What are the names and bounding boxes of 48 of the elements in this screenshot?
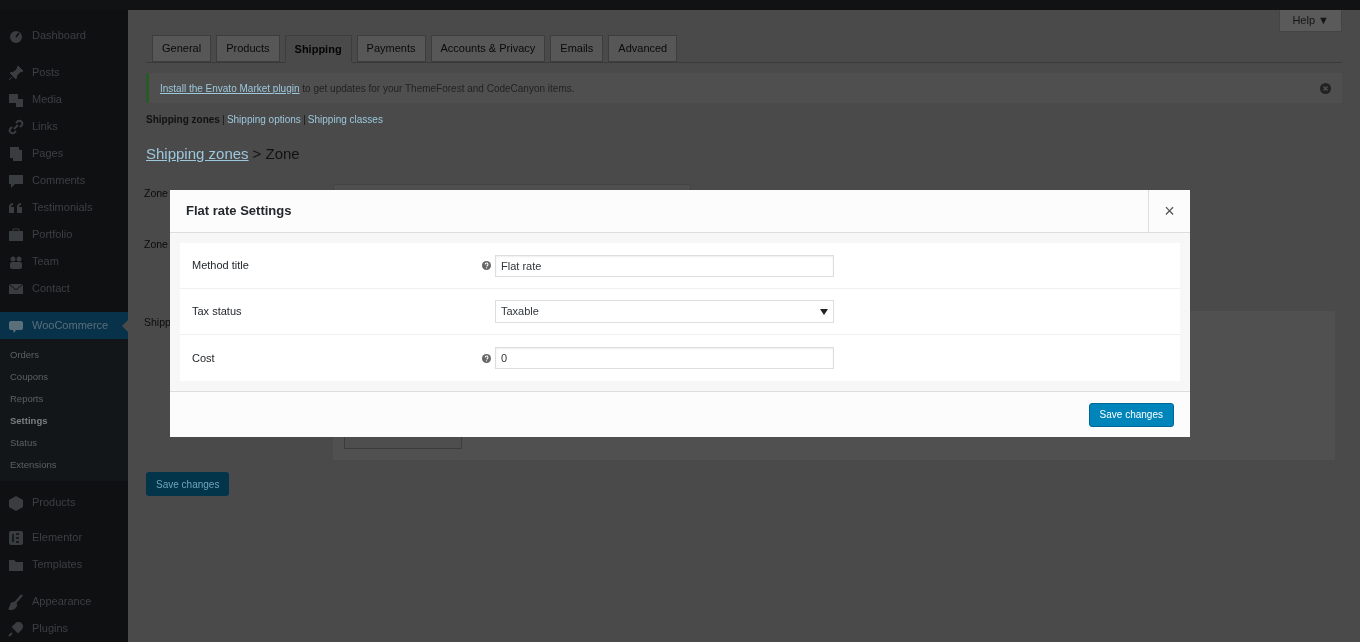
media-icon: [8, 91, 24, 108]
help-button[interactable]: Help ▼: [1279, 10, 1342, 32]
elementor-icon: [8, 529, 24, 546]
dropdown-caret-icon: [820, 308, 828, 315]
submenu-item[interactable]: Reports: [0, 388, 128, 410]
submenu-item[interactable]: Status: [0, 432, 128, 454]
breadcrumb-link[interactable]: Shipping zones: [146, 143, 249, 166]
settings-tab[interactable]: Accounts & Privacy: [430, 35, 546, 62]
help-icon[interactable]: [482, 353, 491, 363]
submenu-item[interactable]: Settings: [0, 410, 128, 432]
settings-tab[interactable]: Products: [216, 35, 280, 62]
settings-tab[interactable]: Emails: [550, 35, 604, 62]
brush-icon: [8, 593, 24, 610]
submenu-item[interactable]: Orders: [0, 344, 128, 366]
current-menu-pointer: [122, 320, 128, 332]
settings-tab[interactable]: Payments: [356, 35, 426, 62]
speech-bubble-icon: [8, 172, 24, 189]
settings-tab[interactable]: General: [152, 35, 212, 62]
field-label: Cost: [192, 350, 216, 366]
field-label: Zone: [144, 237, 168, 252]
settings-tab[interactable]: Shipping: [284, 35, 352, 63]
submenu-item[interactable]: Extensions: [0, 454, 128, 476]
sidebar-item[interactable]: WooCommerce: [0, 312, 128, 339]
link-icon: [8, 118, 24, 135]
input-field[interactable]: 0: [495, 347, 834, 369]
settings-tab[interactable]: Advanced: [608, 35, 678, 62]
submenu-item[interactable]: Coupons: [0, 366, 128, 388]
plug-icon: [8, 620, 24, 637]
subnav-link[interactable]: Shipping zones: [146, 112, 220, 127]
briefcase-icon: [8, 226, 24, 243]
tax-status-select[interactable]: Taxable: [495, 300, 834, 323]
pushpin-icon: [8, 64, 24, 81]
field-label: Method title: [192, 258, 250, 274]
pages-icon: [8, 145, 24, 162]
subnav-link[interactable]: Shipping classes: [307, 112, 383, 127]
save-changes-button[interactable]: Save changes: [1088, 402, 1174, 427]
field-label: Zone: [144, 186, 168, 201]
modal-title: Flat rate Settings: [186, 202, 292, 221]
breadcrumb-current: > Zone: [252, 144, 300, 164]
cube-icon: [8, 494, 24, 511]
input-field[interactable]: Flat rate: [495, 254, 834, 277]
plugin-link[interactable]: Install the Envato Market plugin: [160, 82, 300, 94]
help-icon[interactable]: [482, 261, 491, 270]
field-label: Tax status: [192, 304, 243, 320]
field-label: Shipp: [144, 315, 171, 330]
subnav-link[interactable]: Shipping options: [226, 112, 301, 127]
save-changes-button[interactable]: Save changes: [146, 472, 230, 496]
close-button[interactable]: ×: [1148, 190, 1190, 232]
